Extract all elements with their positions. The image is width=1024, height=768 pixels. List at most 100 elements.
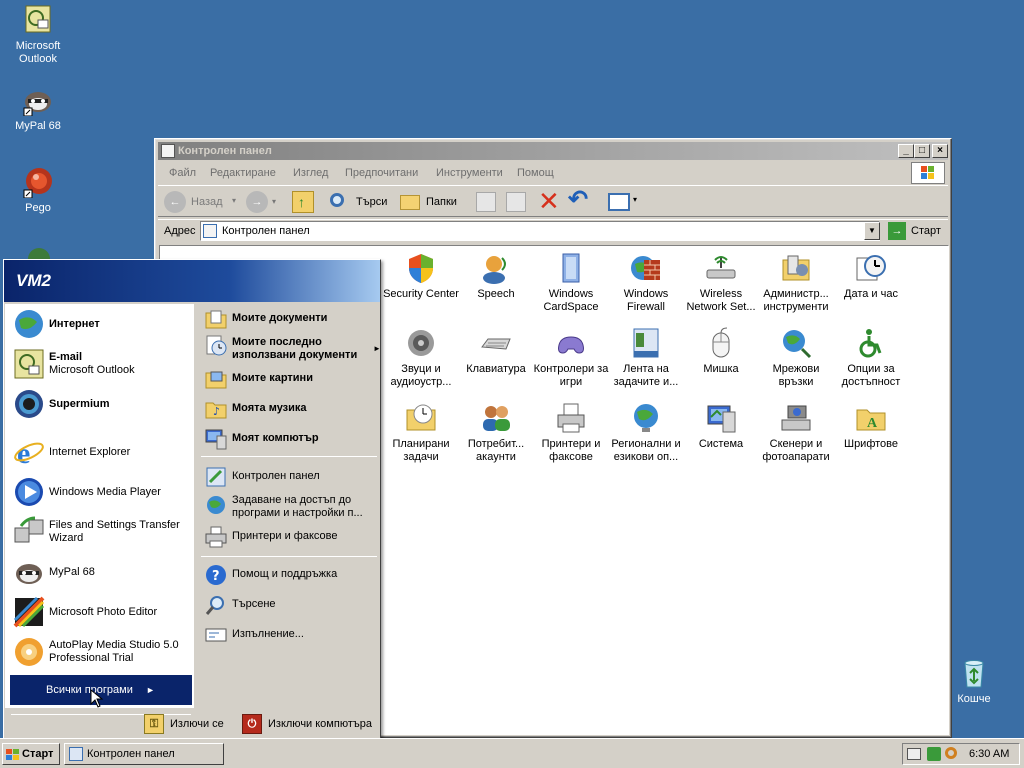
cp-user-accounts[interactable]: Потребит... акаунти (458, 402, 534, 464)
cardspace-icon (555, 252, 587, 284)
address-dropdown-button[interactable]: ▼ (864, 222, 880, 240)
raccoon-icon (22, 84, 54, 117)
cp-label: Система (698, 438, 744, 450)
control-panel-icon (161, 144, 175, 158)
menu-tools[interactable]: Инструменти (436, 167, 503, 179)
clock: 6:30 AM (969, 748, 1010, 760)
search-tray-icon[interactable] (945, 747, 957, 759)
run-icon (205, 624, 227, 646)
back-arrow-icon: ← (164, 191, 186, 213)
program-access-icon (205, 494, 227, 516)
users-icon (480, 402, 512, 434)
menu-help[interactable]: Помощ (517, 167, 554, 179)
internet-explorer-icon: e (13, 436, 45, 470)
camera-icon (780, 402, 812, 434)
shutdown-button[interactable]: ⏻ Изключи компютъра (242, 713, 380, 735)
control-panel-icon (205, 466, 227, 488)
cp-label: Планирани задачи (392, 438, 450, 463)
cp-label: Контролери за игри (533, 363, 609, 388)
cp-label: Клавиатура (466, 363, 526, 375)
forward-button[interactable]: → (246, 191, 268, 213)
taskbar-window-button[interactable]: Контролен панел (64, 743, 224, 765)
pego-icon (22, 166, 54, 199)
go-label: Старт (911, 225, 941, 237)
move-to-icon[interactable] (476, 192, 496, 212)
minimize-button[interactable]: _ (898, 144, 914, 158)
cp-mouse[interactable]: Мишка (683, 327, 759, 376)
menu-favorites[interactable]: Предпочитани (345, 167, 418, 179)
menu-file[interactable]: Файл (169, 167, 196, 179)
close-button[interactable]: × (932, 144, 948, 158)
speaker-icon (405, 327, 437, 359)
start-item-label: Търсене (232, 598, 276, 610)
desktop-icon-pego[interactable]: Pego (0, 166, 76, 215)
address-input[interactable]: Контролен панел ▼ (200, 221, 880, 241)
start-item-label: Моите картини (232, 372, 313, 384)
desktop-icon-outlook[interactable]: Microsoft Outlook (0, 4, 76, 66)
start-button[interactable]: Старт (2, 743, 60, 765)
photo-editor-icon (13, 596, 45, 628)
cp-wireless-network[interactable]: Wireless Network Set... (683, 252, 759, 314)
cp-scheduled-tasks[interactable]: Планирани задачи (383, 402, 459, 464)
cp-speech[interactable]: Speech (458, 252, 534, 301)
cp-network-connections[interactable]: Мрежови връзки (758, 327, 834, 389)
folders-button[interactable]: Папки (398, 191, 460, 213)
chevron-right-icon: ► (146, 685, 155, 695)
desktop-icon-mypal[interactable]: MyPal 68 (0, 84, 76, 133)
back-button[interactable]: ← Назад ▾ (164, 191, 237, 213)
cp-windows-cardspace[interactable]: Windows CardSpace (533, 252, 609, 314)
folder-icon (400, 195, 420, 210)
up-folder-icon[interactable]: ↑ (292, 191, 314, 213)
cp-admin-tools[interactable]: Администр... инструменти (758, 252, 834, 314)
views-button[interactable]: ▾ (606, 191, 640, 213)
mouse-icon (705, 327, 737, 359)
cp-accessibility[interactable]: Опции за достъпност (833, 327, 909, 389)
window-titlebar[interactable]: Контролен панел _ □ × (158, 142, 948, 160)
all-programs-button[interactable]: Всички програми ► (10, 675, 192, 708)
cp-keyboard[interactable]: Клавиатура (458, 327, 534, 376)
globe-icon (630, 402, 662, 434)
cp-printers-faxes[interactable]: Принтери и факсове (533, 402, 609, 464)
cp-taskbar-start-menu[interactable]: Лента на задачите и... (608, 327, 684, 389)
cp-sounds[interactable]: Звуци и аудиоустр... (383, 327, 459, 389)
maximize-button[interactable]: □ (914, 144, 930, 158)
forward-dropdown-icon[interactable]: ▾ (272, 197, 276, 206)
start-item-title: AutoPlay Media Studio 5.0 Professional T… (49, 639, 179, 664)
taskbar-window-label: Контролен панел (87, 748, 175, 760)
logoff-label: Излючи се (170, 718, 224, 730)
chevron-down-icon: ▾ (232, 196, 237, 205)
cp-security-center[interactable]: Security Center (383, 252, 459, 301)
menu-view[interactable]: Изглед (293, 167, 328, 179)
cp-label: Потребит... акаунти (467, 438, 525, 463)
keyboard-tray-icon[interactable] (907, 748, 921, 760)
logoff-button[interactable]: ⚿ Излючи се (144, 713, 236, 735)
cp-date-time[interactable]: Дата и час (833, 252, 909, 301)
key-icon: ⚿ (144, 714, 164, 734)
cp-fonts[interactable]: A Шрифтове (833, 402, 909, 451)
cp-label: Windows Firewall (623, 288, 669, 313)
menu-edit[interactable]: Редактиране (210, 167, 276, 179)
system-icon (705, 402, 737, 434)
cp-label: Звуци и аудиоустр... (390, 363, 452, 388)
cp-windows-firewall[interactable]: Windows Firewall (608, 252, 684, 314)
go-button[interactable]: → Старт (886, 221, 946, 241)
gamepad-icon (555, 327, 587, 359)
control-panel-icon (203, 224, 217, 238)
search-button[interactable]: Търси (328, 191, 388, 213)
cp-label: Wireless Network Set... (686, 288, 756, 313)
autoplay-icon (13, 636, 45, 668)
start-item-label: Задаване на достъп до програми и настрой… (232, 494, 363, 519)
cp-scanners-cameras[interactable]: Скенери и фотоапарати (758, 402, 834, 464)
network-tray-icon[interactable] (927, 747, 941, 761)
copy-to-icon[interactable] (506, 192, 526, 212)
start-item-label: Моят компютър (232, 432, 319, 444)
desktop-icon-label: Кошче (957, 693, 991, 705)
undo-icon[interactable]: ↶ (568, 187, 588, 213)
cp-system[interactable]: Система (683, 402, 759, 451)
keyboard-icon (480, 327, 512, 359)
cp-regional-options[interactable]: Регионални и езикови оп... (608, 402, 684, 464)
start-item-label: Принтери и факсове (232, 530, 338, 542)
cp-game-controllers[interactable]: Контролери за игри (533, 327, 609, 389)
start-label: Старт (22, 748, 54, 760)
delete-icon[interactable]: ✕ (538, 188, 560, 214)
